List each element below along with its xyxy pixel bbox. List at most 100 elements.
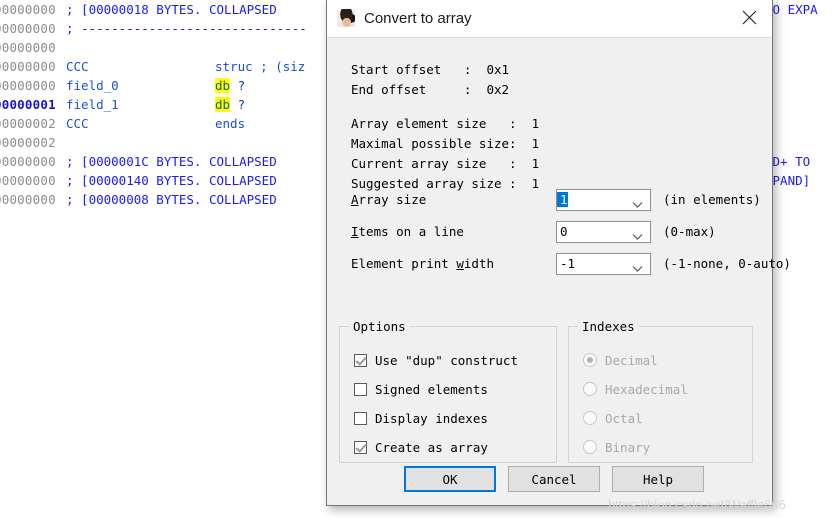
checkbox-unchecked-icon[interactable] [354, 411, 367, 425]
combobox-value[interactable]: 0 [557, 224, 568, 239]
ida-field-operand: ? [230, 78, 246, 93]
avatar-icon [337, 9, 355, 27]
ida-highlighted-token: db [215, 78, 231, 93]
ida-address: 00000000 [0, 78, 56, 93]
options-group: Options Use "dup" construct Signed elemen… [339, 319, 557, 463]
chevron-down-icon[interactable] [632, 196, 643, 214]
ida-address: 00000000 [0, 2, 56, 17]
info-row: Start offset : 0x1 [351, 60, 539, 80]
watermark: https://blog.csdn.net/Waffle666 [608, 497, 786, 512]
info-label: Array element size : [351, 116, 517, 131]
ida-collapsed-comment: ; [00000140 BYTES. COLLAPSED [66, 173, 277, 188]
radio-row: Hexadecimal [583, 378, 688, 400]
ida-field-directive: db ? [215, 95, 245, 114]
ida-struct-name: CCC [66, 59, 89, 74]
indexes-group-title: Indexes [578, 319, 639, 334]
dialog-body: Start offset : 0x1 End offset : 0x2 Array … [327, 38, 791, 506]
info-value: 1 [516, 116, 540, 131]
radio-row: Decimal [583, 349, 658, 371]
radio-label: Octal [605, 410, 643, 426]
combobox-value[interactable]: 1 [557, 192, 568, 207]
checkbox-unchecked-icon[interactable] [354, 382, 367, 396]
info-row: Array element size : 1 [351, 114, 539, 134]
radio-unselected-icon [583, 440, 597, 454]
info-label: Maximal possible size: [351, 136, 517, 151]
cancel-button[interactable]: Cancel [508, 466, 600, 492]
info-label: End offset : [351, 82, 472, 97]
info-value: 0x2 [471, 82, 510, 97]
radio-label: Binary [605, 439, 651, 455]
help-button[interactable]: Help [612, 466, 704, 492]
array-info-block: Start offset : 0x1 End offset : 0x2 Array … [351, 60, 539, 194]
checkbox-checked-icon[interactable] [354, 440, 367, 454]
ida-struct-keyword: struc ; (siz [215, 59, 306, 74]
checkbox-row[interactable]: Signed elements [354, 378, 488, 400]
ida-address: 00000001 [0, 97, 56, 112]
accelerator-key: w [456, 256, 464, 271]
info-label: Start offset : [351, 62, 472, 77]
field-hint: (in elements) [663, 192, 761, 207]
ida-address: 00000002 [0, 135, 56, 150]
ida-struct-name: CCC [66, 116, 89, 131]
checkbox-label: Signed elements [375, 381, 488, 397]
combobox[interactable]: -1 [556, 252, 651, 278]
field-hint: (-1-none, 0-auto) [663, 256, 791, 271]
info-value: 1 [516, 156, 540, 171]
radio-row: Octal [583, 407, 643, 429]
ida-address: 00000000 [0, 21, 56, 36]
radio-selected-icon [583, 353, 597, 367]
radio-unselected-icon [583, 382, 597, 396]
ida-struct-end-keyword: ends [215, 116, 246, 131]
field-label: Items on a line [351, 224, 464, 239]
combobox-value[interactable]: -1 [557, 256, 575, 271]
field-label: Array size [351, 192, 427, 207]
ok-button[interactable]: OK [404, 466, 496, 492]
info-row: End offset : 0x2 [351, 80, 539, 100]
radio-row: Binary [583, 436, 650, 458]
ida-collapsed-comment: ; [00000018 BYTES. COLLAPSED [66, 2, 277, 17]
checkbox-checked-icon[interactable] [354, 353, 367, 367]
info-row: Maximal possible size: 1 [351, 134, 539, 154]
ida-collapsed-comment: ; [00000008 BYTES. COLLAPSED [66, 192, 277, 207]
checkbox-row[interactable]: Use "dup" construct [354, 349, 518, 371]
combobox[interactable]: 1 [556, 188, 651, 214]
checkbox-label: Display indexes [375, 410, 488, 426]
close-icon[interactable] [726, 0, 772, 36]
info-label: Current array size : [351, 156, 517, 171]
dialog-titlebar[interactable]: Convert to array [327, 0, 772, 38]
ida-field-operand: ? [230, 97, 246, 112]
convert-to-array-dialog: Convert to array Start offset : 0x1 End o… [326, 0, 791, 506]
form-field-row: Element print width -1 (-1-none, 0-auto) [351, 250, 791, 277]
ida-collapsed-comment: ; [0000001C BYTES. COLLAPSED [66, 154, 277, 169]
ida-address: 00000000 [0, 59, 56, 74]
radio-label: Hexadecimal [605, 381, 688, 397]
indexes-group: Indexes Decimal Hexadecimal Octal Binary [568, 319, 753, 463]
form-field-row: Array size 1 (in elements) [351, 186, 791, 213]
chevron-down-icon[interactable] [632, 228, 643, 246]
checkbox-row[interactable]: Create as array [354, 436, 488, 458]
ida-address: 00000000 [0, 173, 56, 188]
checkbox-label: Use "dup" construct [375, 352, 518, 368]
array-parameters-form: Array size 1 (in elements) Items on a line 0… [351, 186, 791, 282]
combobox[interactable]: 0 [556, 220, 651, 246]
ida-field-name: field_1 [66, 97, 119, 112]
info-value: 1 [516, 136, 540, 151]
field-label: Element print width [351, 256, 494, 271]
checkbox-row[interactable]: Display indexes [354, 407, 488, 429]
info-value: 0x1 [471, 62, 510, 77]
radio-label: Decimal [605, 352, 658, 368]
ida-address: 00000000 [0, 154, 56, 169]
screen: 00000000; [00000018 BYTES. COLLAPSED TO E… [0, 0, 835, 518]
options-group-title: Options [349, 319, 410, 334]
radio-unselected-icon [583, 411, 597, 425]
checkbox-label: Create as array [375, 439, 488, 455]
ida-field-directive: db ? [215, 76, 245, 95]
ida-address: 00000002 [0, 116, 56, 131]
dialog-title: Convert to array [364, 9, 472, 27]
accelerator-key: I [351, 224, 359, 239]
chevron-down-icon[interactable] [632, 260, 643, 278]
form-field-row: Items on a line 0 (0-max) [351, 218, 791, 245]
ida-highlighted-token: db [215, 97, 231, 112]
ida-address: 00000000 [0, 40, 56, 55]
